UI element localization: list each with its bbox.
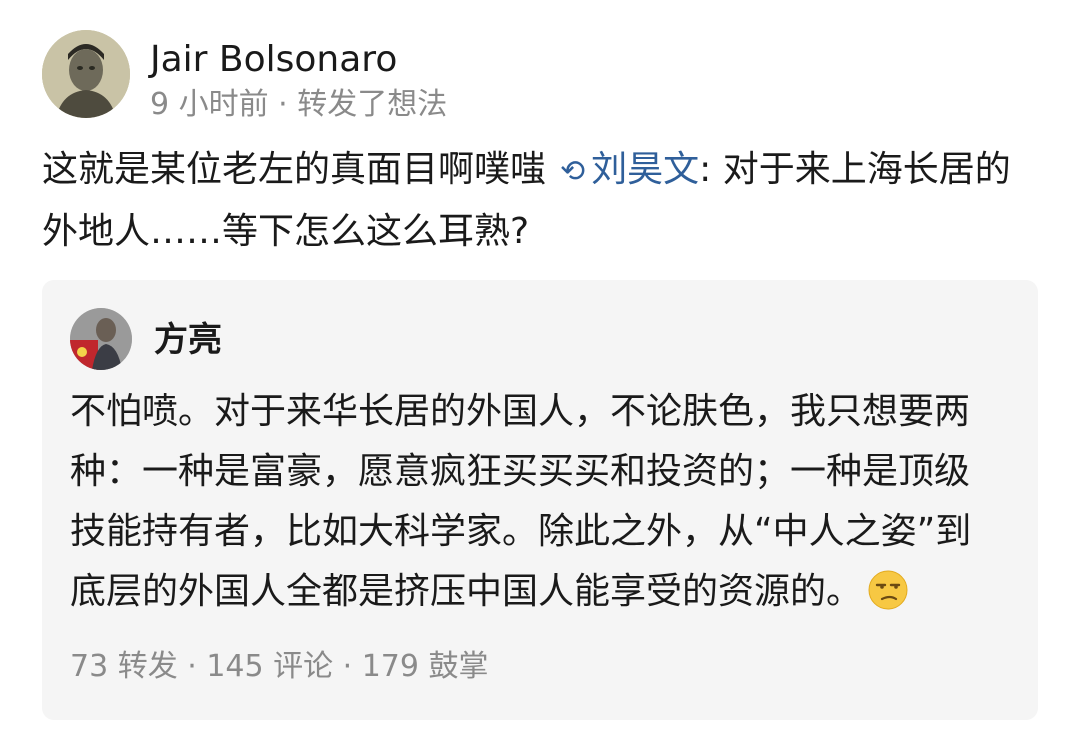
author-name[interactable]: Jair Bolsonaro [150,36,397,84]
quoted-post-text: 不怕喷。对于来华长居的外国人，不论肤色，我只想要两种：一种是富豪，愿意疯狂买买买… [70,391,972,612]
quoted-text-body: 不怕喷。对于来华长居的外国人，不论肤色，我只想要两种：一种是富豪，愿意疯狂买买买… [70,382,1000,622]
post-stats: 73 转发 · 145 评论 · 179 鼓掌 [70,649,489,684]
mention-link[interactable]: 刘昊文 [591,149,699,190]
unamused-face-icon [868,570,908,610]
quoted-avatar-image [70,308,132,370]
post-text: 这就是某位老左的真面目啊噗嗤 ⟲ 刘昊文: 对于来上海长居的外地人……等下怎么这么耳… [42,140,1032,262]
repost-icon: ⟲ [560,154,586,189]
author-avatar[interactable] [42,30,130,118]
post-card: Jair Bolsonaro 9 小时前 · 转发了想法 这就是某位老左的真面目… [0,0,1080,737]
post-body: 这就是某位老左的真面目啊噗嗤 [42,149,547,190]
quoted-author-name[interactable]: 方亮 [154,318,222,362]
post-meta: 9 小时前 · 转发了想法 [150,87,448,122]
quoted-post-card[interactable]: 方亮 不怕喷。对于来华长居的外国人，不论肤色，我只想要两种：一种是富豪，愿意疯狂… [42,280,1038,720]
avatar-image [42,30,130,118]
quoted-author-avatar[interactable] [70,308,132,370]
